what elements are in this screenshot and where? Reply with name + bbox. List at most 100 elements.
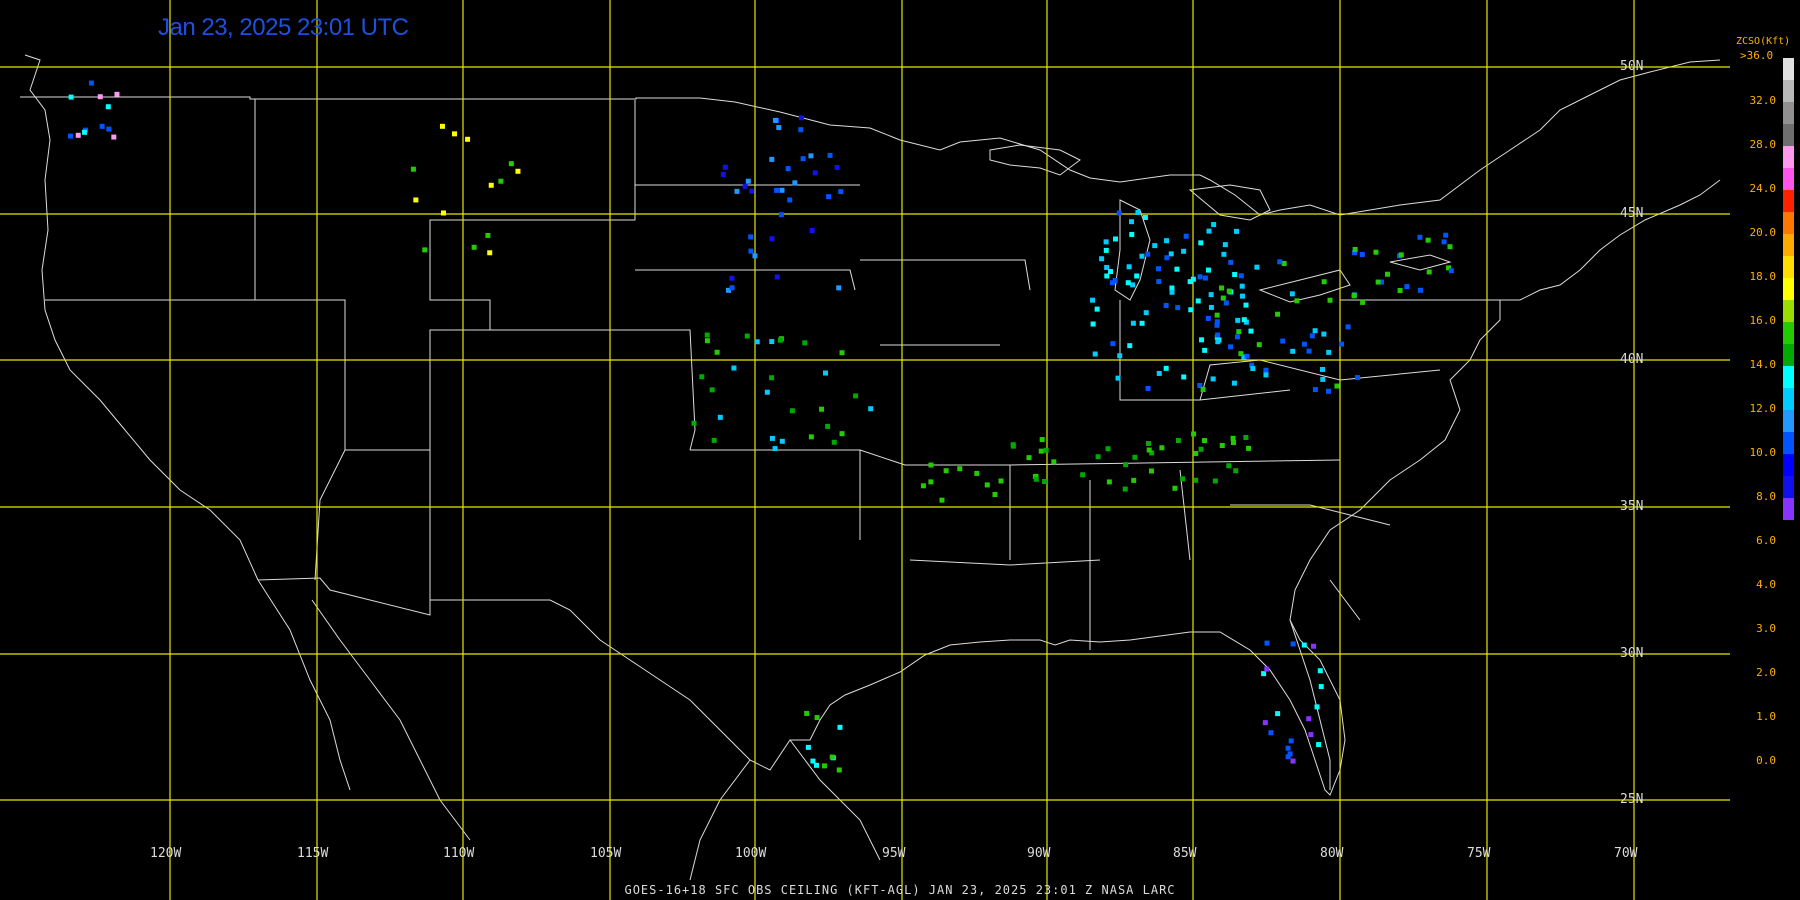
longitude-label: 110W	[443, 846, 475, 861]
station-marker	[853, 393, 859, 399]
station-marker	[1426, 269, 1432, 275]
station-marker	[1417, 234, 1423, 240]
longitude-label: 90W	[1027, 846, 1051, 861]
legend-label: 28.0	[1749, 138, 1777, 151]
station-marker	[498, 178, 504, 184]
station-marker	[754, 339, 760, 345]
station-marker	[1239, 283, 1245, 289]
station-marker	[826, 194, 832, 200]
station-marker	[1195, 298, 1201, 304]
station-marker	[1181, 248, 1187, 254]
station-marker	[1288, 738, 1294, 744]
station-marker	[1397, 288, 1403, 294]
station-marker	[1146, 447, 1152, 453]
station-marker	[1354, 375, 1360, 381]
station-marker	[1214, 312, 1220, 318]
station-marker	[1417, 287, 1423, 293]
station-marker	[1254, 264, 1260, 270]
longitude-label: 80W	[1320, 846, 1344, 861]
legend-swatch	[1783, 102, 1794, 124]
station-marker	[1126, 264, 1132, 270]
station-marker	[1163, 365, 1169, 371]
station-marker	[992, 492, 998, 498]
station-marker	[1233, 468, 1239, 474]
station-marker	[769, 375, 775, 381]
station-marker	[1169, 285, 1175, 291]
station-marker	[808, 153, 814, 159]
station-marker	[1033, 476, 1039, 482]
legend-swatch	[1783, 476, 1794, 498]
station-marker	[1301, 341, 1307, 347]
station-marker	[839, 431, 845, 437]
station-marker	[720, 171, 726, 177]
legend-swatch	[1783, 212, 1794, 234]
station-marker	[1425, 237, 1431, 243]
station-marker	[1325, 388, 1331, 394]
station-marker	[1038, 448, 1044, 454]
station-marker	[1139, 253, 1145, 259]
station-marker	[410, 166, 416, 172]
station-marker	[1175, 438, 1181, 444]
longitude-label: 95W	[882, 846, 906, 861]
legend-max-label: >36.0	[1740, 49, 1774, 62]
longitude-label: 105W	[590, 846, 622, 861]
station-marker	[1222, 242, 1228, 248]
station-marker	[774, 187, 780, 193]
station-marker	[1145, 440, 1151, 446]
station-marker	[1243, 434, 1249, 440]
station-marker	[774, 274, 780, 280]
legend-swatch	[1783, 454, 1794, 476]
station-marker	[704, 338, 710, 344]
station-marker	[413, 197, 419, 203]
station-marker	[1220, 295, 1226, 301]
station-marker	[75, 132, 81, 138]
station-marker	[1310, 643, 1316, 649]
station-marker	[440, 210, 446, 216]
legend-label: 20.0	[1749, 226, 1777, 239]
station-marker	[772, 446, 778, 452]
station-marker	[1264, 640, 1270, 646]
legend-label: 24.0	[1749, 182, 1777, 195]
station-marker	[748, 234, 754, 240]
station-marker	[1103, 239, 1109, 245]
station-marker	[1235, 317, 1241, 323]
station-marker	[1232, 272, 1238, 278]
station-marker	[1215, 339, 1221, 345]
station-marker	[1244, 353, 1250, 359]
station-marker	[717, 414, 723, 420]
station-marker	[1130, 320, 1136, 326]
station-marker	[1448, 268, 1454, 274]
station-marker	[1384, 271, 1390, 277]
station-marker	[974, 470, 980, 476]
station-marker	[778, 212, 784, 218]
station-marker	[822, 370, 828, 376]
station-marker	[792, 180, 798, 186]
timestamp-title: Jan 23, 2025 23:01 UTC	[158, 14, 409, 41]
station-marker	[839, 350, 845, 356]
station-marker	[1212, 478, 1218, 484]
station-marker	[1026, 455, 1032, 461]
station-marker	[1163, 302, 1169, 308]
station-marker	[1205, 315, 1211, 321]
station-marker	[1193, 451, 1199, 457]
legend-label: 14.0	[1749, 358, 1777, 371]
station-marker	[711, 437, 717, 443]
station-marker	[729, 275, 735, 281]
station-marker	[1277, 259, 1283, 265]
station-marker	[1129, 231, 1135, 237]
station-marker	[1172, 485, 1178, 491]
station-marker	[1200, 386, 1206, 392]
legend-label: 16.0	[1749, 314, 1777, 327]
station-marker	[1208, 304, 1214, 310]
station-marker	[808, 434, 814, 440]
station-marker	[1234, 334, 1240, 340]
station-marker	[821, 763, 827, 769]
station-marker	[1281, 260, 1287, 266]
station-marker	[1123, 462, 1129, 468]
station-marker	[769, 339, 775, 345]
station-marker	[1263, 367, 1269, 373]
station-marker	[764, 389, 770, 395]
station-marker	[1112, 278, 1118, 283]
station-marker	[1250, 366, 1256, 372]
legend-swatch	[1783, 80, 1794, 102]
